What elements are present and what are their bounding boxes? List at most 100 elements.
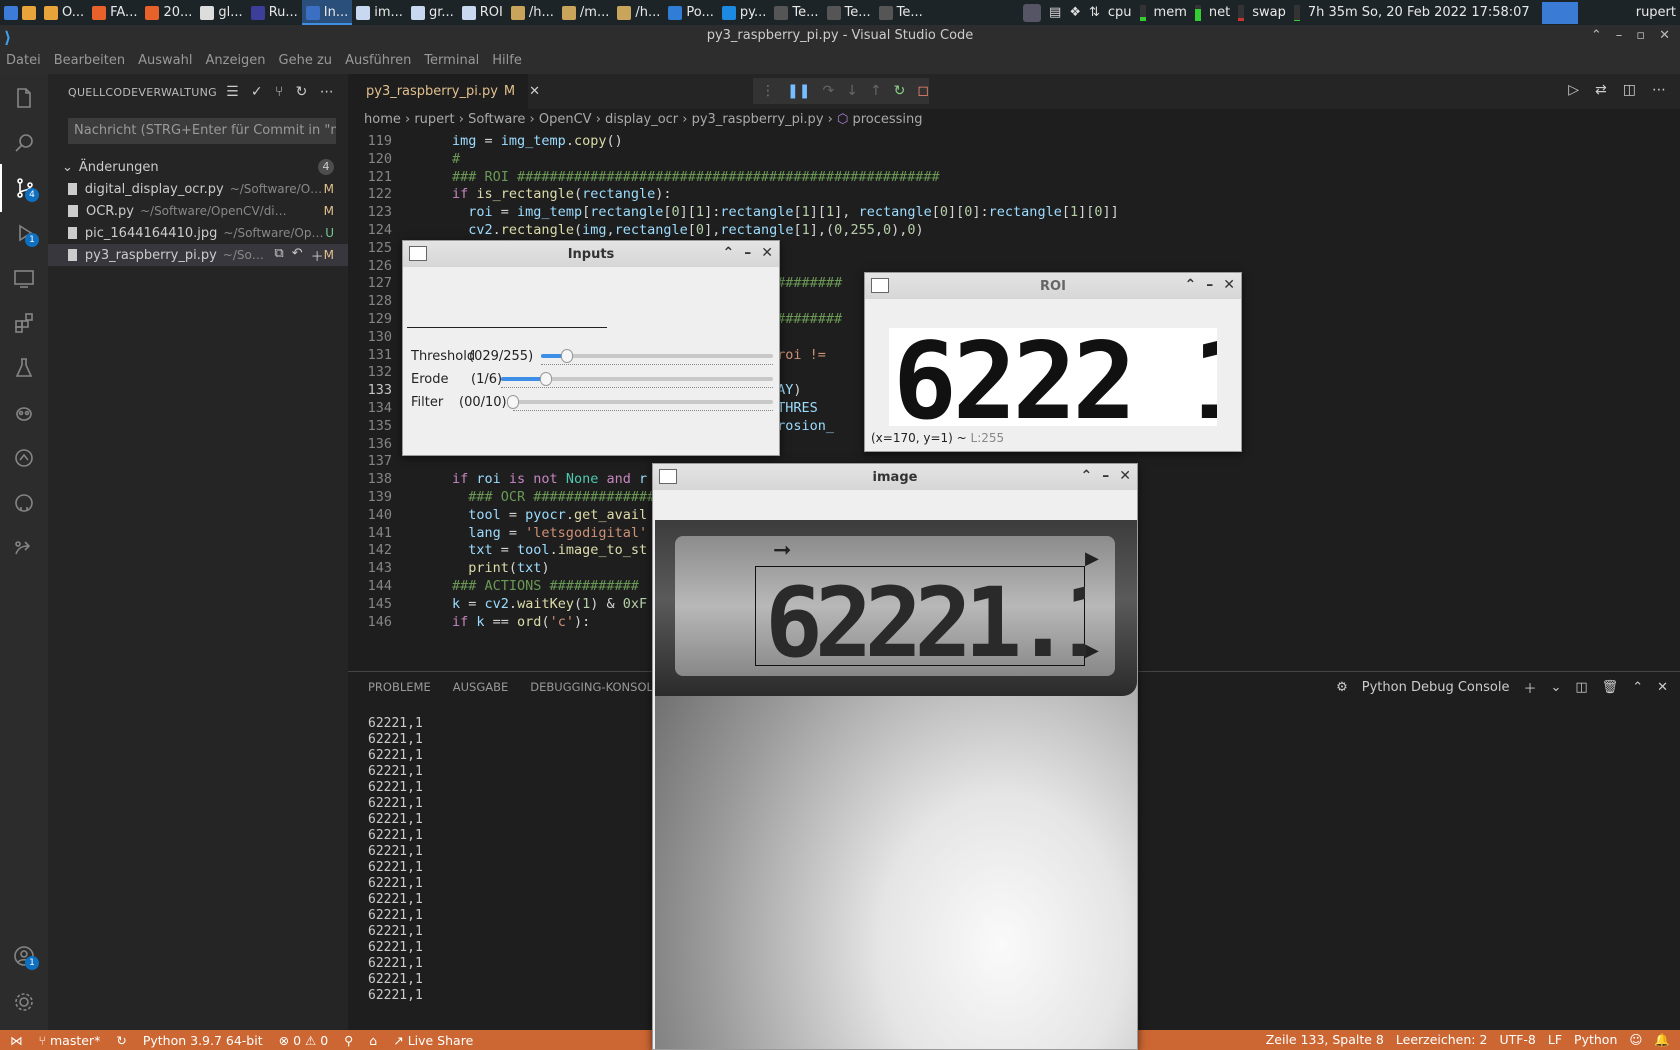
workspace-switcher[interactable]: [1541, 1, 1578, 24]
breadcrumb-item[interactable]: display_ocr: [605, 112, 678, 127]
debug-status-icon[interactable]: ⚲: [344, 1033, 353, 1048]
taskbar-item[interactable]: gl...: [196, 0, 246, 25]
view-as-list-icon[interactable]: ☰: [226, 84, 239, 100]
shade-icon[interactable]: ⌃: [1185, 277, 1197, 293]
menu-item-hilfe[interactable]: Hilfe: [492, 53, 522, 68]
breadcrumb-item[interactable]: processing: [852, 112, 922, 127]
panel-tab-debugging-konsole[interactable]: DEBUGGING-KONSOLE: [530, 680, 660, 694]
transfer-icon[interactable]: ⇅: [1089, 5, 1100, 20]
camera-image[interactable]: 62221.1 ➞ ▶ ▶: [655, 520, 1137, 1049]
cursor-position[interactable]: Zeile 133, Spalte 8: [1266, 1032, 1384, 1048]
maximize-panel-icon[interactable]: ⌃: [1632, 680, 1643, 695]
menu-item-bearbeiten[interactable]: Bearbeiten: [54, 53, 125, 68]
open-changes-icon[interactable]: ⇄: [1595, 82, 1607, 98]
window-shade-icon[interactable]: ⌃: [1591, 25, 1602, 47]
window-close-icon[interactable]: ✕: [1659, 25, 1670, 47]
close-icon[interactable]: ✕: [1223, 277, 1235, 293]
taskbar-item[interactable]: /h...: [613, 0, 664, 25]
step-over-icon[interactable]: ↷: [822, 83, 834, 99]
alien-icon[interactable]: [0, 389, 48, 437]
encoding[interactable]: UTF-8: [1499, 1032, 1535, 1048]
menu-item-gehe-zu[interactable]: Gehe zu: [279, 53, 333, 68]
taskbar-item[interactable]: ROI: [458, 0, 507, 25]
taskbar-item[interactable]: O...: [40, 0, 88, 25]
drag-handle-icon[interactable]: ⋮: [761, 83, 775, 99]
slider-track[interactable]: [501, 372, 773, 386]
taskbar-item[interactable]: /h...: [507, 0, 558, 25]
code-line[interactable]: img = img_temp.copy(): [452, 133, 623, 149]
arduino-icon[interactable]: [0, 434, 48, 482]
tab-close-icon[interactable]: ✕: [529, 84, 540, 99]
sync-icon[interactable]: ↻: [116, 1033, 126, 1048]
file-actions[interactable]: ⧉ ↶ ＋: [274, 246, 323, 265]
window-maximize-icon[interactable]: ▫: [1636, 25, 1645, 47]
code-line[interactable]: print(txt): [452, 560, 549, 576]
taskbar-item[interactable]: 20...: [141, 0, 196, 25]
remote-explorer-icon[interactable]: [0, 254, 48, 302]
menu-item-auswahl[interactable]: Auswahl: [138, 53, 192, 68]
branch-icon[interactable]: ⑂: [275, 84, 284, 100]
taskbar-item[interactable]: Po...: [664, 0, 718, 25]
accounts-icon[interactable]: 1: [0, 932, 48, 980]
github-icon[interactable]: [0, 479, 48, 527]
run-debug-icon[interactable]: 1: [0, 209, 48, 257]
refresh-icon[interactable]: ↻: [296, 84, 308, 100]
minimize-icon[interactable]: –: [1206, 277, 1213, 293]
code-line[interactable]: roi = img_temp[rectangle[0][1]:rectangle…: [452, 204, 1119, 220]
chevron-down-icon[interactable]: ⌄: [1550, 680, 1561, 695]
shade-icon[interactable]: ⌃: [1081, 468, 1093, 484]
commit-check-icon[interactable]: ✓: [251, 84, 263, 100]
debug-console-output[interactable]: 62221,1 62221,1 62221,1 62221,1 62221,1 62221…: [368, 716, 423, 1004]
changed-file-item[interactable]: OCR.py ~/Software/OpenCV/display_ocr M: [48, 200, 348, 222]
close-icon[interactable]: ✕: [1119, 468, 1131, 484]
more-actions-icon[interactable]: ⋯: [320, 84, 334, 100]
clock[interactable]: 7h 35m So, 20 Feb 2022 17:58:07: [1308, 5, 1530, 20]
taskbar-item[interactable]: py...: [718, 0, 771, 25]
image-window-titlebar[interactable]: image ⌃ – ✕: [653, 464, 1137, 490]
mem-monitor[interactable]: mem: [1154, 5, 1187, 20]
split-editor-icon[interactable]: ◫: [1623, 82, 1636, 98]
breadcrumb-item[interactable]: py3_raspberry_pi.py: [692, 112, 824, 127]
commit-message-input[interactable]: Nachricht (STRG+Enter für Commit in "m..…: [68, 118, 336, 144]
changed-file-item[interactable]: pic_1644164410.jpg ~/Software/Open...U: [48, 222, 348, 244]
taskbar-item[interactable]: Ru...: [247, 0, 302, 25]
code-line[interactable]: k = cv2.waitKey(1) & 0xF: [452, 596, 647, 612]
changes-group-header[interactable]: ⌄ Änderungen 4: [48, 156, 348, 178]
split-icon[interactable]: ◫: [1575, 680, 1587, 695]
live-share-status[interactable]: ↗ Live Share: [393, 1033, 473, 1048]
taskbar-item[interactable]: FA...: [88, 0, 141, 25]
menu-item-terminal[interactable]: Terminal: [424, 53, 479, 68]
step-into-icon[interactable]: ↓: [846, 83, 858, 99]
testing-icon[interactable]: [0, 344, 48, 392]
settings-gear-icon[interactable]: [0, 978, 48, 1026]
notifications-bell-icon[interactable]: 🔔: [1654, 1032, 1670, 1048]
search-icon[interactable]: [0, 119, 48, 167]
clipboard-icon[interactable]: ▤: [1049, 5, 1061, 20]
breadcrumb-item[interactable]: OpenCV: [539, 112, 592, 127]
changed-file-item[interactable]: digital_display_ocr.py ~/Software/Ope...M: [48, 178, 348, 200]
shade-icon[interactable]: ⌃: [723, 245, 735, 261]
lock-icon[interactable]: [1023, 3, 1042, 22]
source-control-icon[interactable]: 4: [0, 164, 48, 212]
explorer-icon[interactable]: [0, 74, 48, 122]
slider-track[interactable]: [507, 395, 773, 409]
app-launcher[interactable]: [0, 0, 40, 25]
home-icon[interactable]: ⌂: [369, 1033, 377, 1048]
close-icon[interactable]: ✕: [761, 245, 773, 261]
taskbar-item[interactable]: Te...: [770, 0, 822, 25]
pause-icon[interactable]: ❚❚: [787, 83, 810, 99]
taskbar-item[interactable]: Te...: [823, 0, 875, 25]
python-interpreter[interactable]: Python 3.9.7 64-bit: [143, 1033, 263, 1048]
extensions-icon[interactable]: [0, 299, 48, 347]
slider-track[interactable]: [541, 349, 773, 363]
remote-icon[interactable]: ⋈: [10, 1033, 23, 1048]
swap-monitor[interactable]: swap: [1252, 5, 1286, 20]
window-menu-icon[interactable]: [659, 469, 677, 484]
gear-icon[interactable]: ⚙: [1336, 680, 1348, 695]
language-mode[interactable]: Python: [1574, 1032, 1617, 1048]
step-out-icon[interactable]: ↑: [870, 83, 882, 99]
menu-item-ausführen[interactable]: Ausführen: [345, 53, 411, 68]
menu-item-anzeigen[interactable]: Anzeigen: [205, 53, 265, 68]
tab-py3-raspberry-pi[interactable]: py3_raspberry_pi.py M ✕: [348, 74, 540, 109]
window-menu-icon[interactable]: [871, 278, 889, 293]
